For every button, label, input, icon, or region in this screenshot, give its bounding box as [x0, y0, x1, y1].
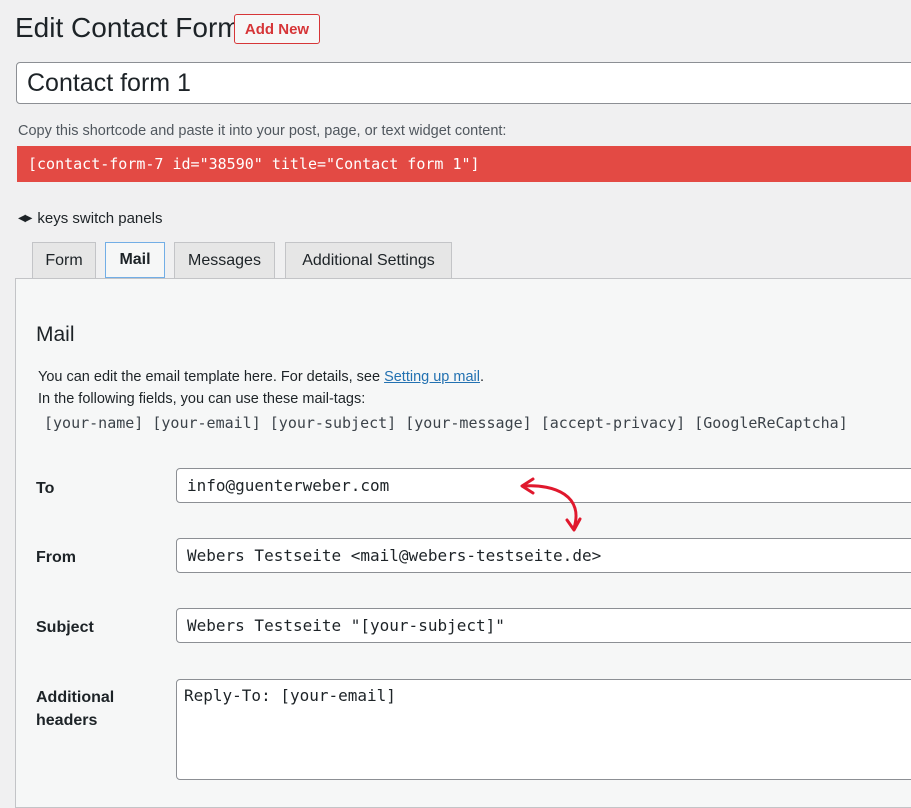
shortcode-field[interactable]: [contact-form-7 id="38590" title="Contac… — [17, 146, 911, 182]
from-label: From — [36, 549, 76, 566]
left-right-arrows-icon: ◀▶ — [18, 213, 32, 224]
curved-double-arrow-icon — [520, 477, 582, 532]
setting-up-mail-link[interactable]: Setting up mail — [384, 369, 480, 385]
keys-hint: ◀▶ keys switch panels — [18, 210, 162, 227]
to-label: To — [36, 480, 55, 497]
from-input[interactable]: Webers Testseite <mail@webers-testseite.… — [176, 538, 911, 573]
mail-intro: You can edit the email template here. Fo… — [38, 369, 484, 385]
tab-form[interactable]: Form — [32, 242, 96, 279]
add-new-button[interactable]: Add New — [234, 14, 320, 44]
form-title-input[interactable]: Contact form 1 — [16, 62, 911, 104]
tab-mail[interactable]: Mail — [105, 242, 165, 278]
mail-tags-intro: In the following fields, you can use the… — [38, 391, 366, 407]
additional-headers-label: Additional headers — [36, 686, 114, 732]
additional-headers-label-line1: Additional — [36, 689, 115, 706]
additional-headers-textarea[interactable]: Reply-To: [your-email] — [176, 679, 911, 780]
shortcode-hint: Copy this shortcode and paste it into yo… — [18, 123, 507, 139]
keys-hint-text: keys switch panels — [37, 210, 163, 227]
mail-tags-list: [your-name] [your-email] [your-subject] … — [44, 414, 848, 432]
tab-additional-settings[interactable]: Additional Settings — [285, 242, 452, 279]
additional-headers-label-line2: headers — [36, 712, 98, 729]
tab-messages[interactable]: Messages — [174, 242, 275, 279]
subject-label: Subject — [36, 619, 94, 636]
subject-input[interactable]: Webers Testseite "[your-subject]" — [176, 608, 911, 643]
page-title: Edit Contact Form — [15, 12, 241, 43]
panel-title: Mail — [36, 323, 75, 346]
mail-intro-text: You can edit the email template here. Fo… — [38, 369, 385, 385]
mail-intro-suffix: . — [479, 369, 485, 385]
